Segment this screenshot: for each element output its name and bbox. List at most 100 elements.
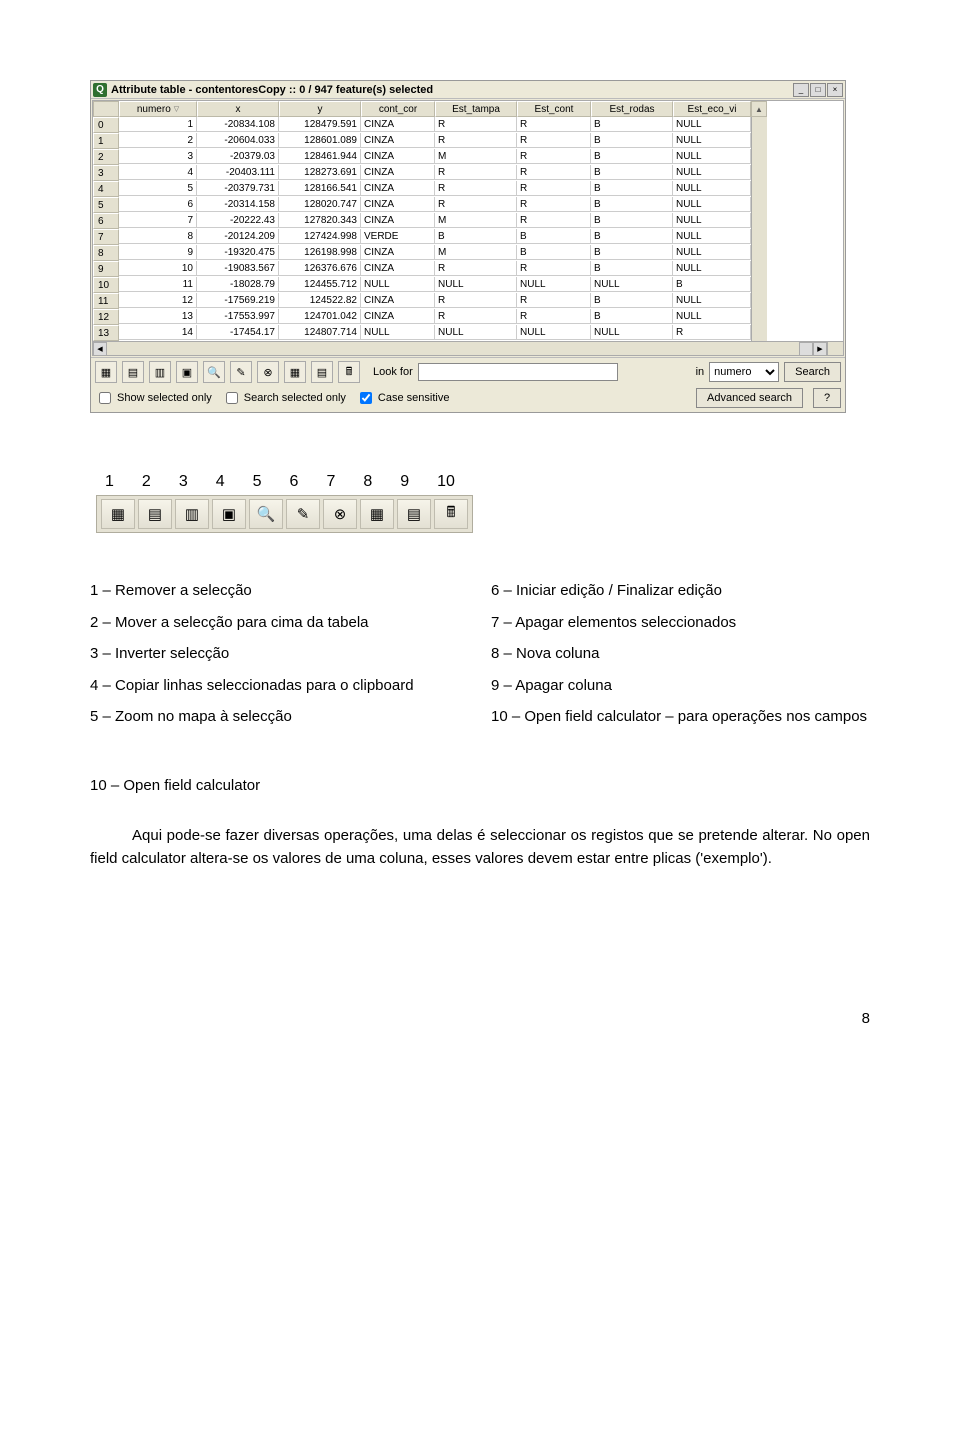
table-row[interactable]: 67-20222.43127820.343CINZAMRBNULL [93,213,843,229]
cell[interactable]: B [591,309,673,324]
cell[interactable]: -20314.158 [197,197,279,212]
cell[interactable]: -20222.43 [197,213,279,228]
cell[interactable]: B [591,149,673,164]
vscroll-track[interactable] [751,117,767,133]
cell[interactable]: CINZA [361,293,435,308]
cell[interactable]: R [517,117,591,132]
cell[interactable]: NULL [591,277,673,292]
tool-invert-icon[interactable]: ▥ [149,361,171,383]
table-row[interactable]: 1213-17553.997124701.042CINZARRBNULL [93,309,843,325]
cell[interactable]: -17454.17 [197,325,279,340]
cell[interactable]: CINZA [361,197,435,212]
cell[interactable]: M [435,245,517,260]
cell[interactable]: B [591,245,673,260]
vscroll-track[interactable] [751,261,767,277]
cell[interactable]: 128461.944 [279,149,361,164]
table-row[interactable]: 89-19320.475126198.998CINZAMBBNULL [93,245,843,261]
cell[interactable]: NULL [673,309,751,324]
cell[interactable]: NULL [517,325,591,340]
cell[interactable]: NULL [673,133,751,148]
cell[interactable]: NULL [517,277,591,292]
vscroll-track[interactable] [751,133,767,149]
cell[interactable]: R [435,133,517,148]
cell[interactable]: NULL [673,213,751,228]
table-row[interactable]: 45-20379.731128166.541CINZARRBNULL [93,181,843,197]
row-header[interactable]: 1 [93,133,119,149]
col-header[interactable]: numero▽ [119,101,197,117]
cell[interactable]: -19320.475 [197,245,279,260]
cell[interactable]: -20124.209 [197,229,279,244]
show-selected-checkbox[interactable]: Show selected only [95,389,212,407]
cell[interactable]: -20604.033 [197,133,279,148]
row-header[interactable]: 12 [93,309,119,325]
cell[interactable]: VERDE [361,229,435,244]
row-header[interactable]: 4 [93,181,119,197]
vscroll-track[interactable] [751,277,767,293]
search-button[interactable]: Search [784,362,841,382]
row-header[interactable]: 7 [93,229,119,245]
cell[interactable]: 1 [119,117,197,132]
vscroll-track[interactable] [751,293,767,309]
scroll-up-button[interactable]: ▲ [751,101,767,117]
cell[interactable]: 7 [119,213,197,228]
table-row[interactable]: 56-20314.158128020.747CINZARRBNULL [93,197,843,213]
col-header[interactable]: y [279,101,361,117]
cell[interactable]: 11 [119,277,197,292]
col-header[interactable]: Est_cont [517,101,591,117]
cell[interactable]: 10 [119,261,197,276]
table-row[interactable]: 23-20379.03128461.944CINZAMRBNULL [93,149,843,165]
advanced-search-button[interactable]: Advanced search [696,388,803,408]
scroll-left-button[interactable]: ◀ [93,342,107,356]
cell[interactable]: 126376.676 [279,261,361,276]
row-header[interactable]: 11 [93,293,119,309]
cell[interactable]: NULL [673,197,751,212]
cell[interactable]: B [591,117,673,132]
cell[interactable]: 12 [119,293,197,308]
horizontal-scrollbar[interactable]: ◀ ▶ [93,341,843,355]
cell[interactable]: NULL [673,117,751,132]
cell[interactable]: 124807.714 [279,325,361,340]
cell[interactable]: 4 [119,165,197,180]
cell[interactable]: 127820.343 [279,213,361,228]
cell[interactable]: B [517,245,591,260]
cell[interactable]: CINZA [361,245,435,260]
window-close-button[interactable]: × [827,83,843,97]
cell[interactable]: -17553.997 [197,309,279,324]
vscroll-track[interactable] [751,149,767,165]
tool-edit-icon[interactable]: ✎ [230,361,252,383]
cell[interactable]: B [591,133,673,148]
cell[interactable]: B [591,213,673,228]
col-header[interactable]: Est_tampa [435,101,517,117]
cell[interactable]: 128479.591 [279,117,361,132]
cell[interactable]: NULL [591,325,673,340]
cell[interactable]: CINZA [361,261,435,276]
cell[interactable]: B [591,165,673,180]
row-header[interactable]: 13 [93,325,119,341]
cell[interactable]: -19083.567 [197,261,279,276]
cell[interactable]: M [435,213,517,228]
row-header[interactable]: 3 [93,165,119,181]
cell[interactable]: R [517,149,591,164]
cell[interactable]: -20379.731 [197,181,279,196]
cell[interactable]: R [517,133,591,148]
table-row[interactable]: 34-20403.111128273.691CINZARRBNULL [93,165,843,181]
cell[interactable]: CINZA [361,181,435,196]
lookfor-input[interactable] [418,363,618,381]
vscroll-track[interactable] [751,197,767,213]
toolbar-button-5-icon[interactable]: 🔍 [249,499,283,529]
cell[interactable]: R [517,181,591,196]
vscroll-track[interactable] [751,229,767,245]
tool-newcol-icon[interactable]: ▦ [284,361,306,383]
toolbar-button-7-icon[interactable]: ⊗ [323,499,357,529]
cell[interactable]: -20834.108 [197,117,279,132]
col-header[interactable]: cont_cor [361,101,435,117]
cell[interactable]: 13 [119,309,197,324]
vscroll-track[interactable] [751,325,767,341]
help-button[interactable]: ? [813,388,841,408]
cell[interactable]: R [435,181,517,196]
cell[interactable]: -20403.111 [197,165,279,180]
table-row[interactable]: 01-20834.108128479.591CINZARRBNULL [93,117,843,133]
row-header[interactable]: 2 [93,149,119,165]
toolbar-button-10-icon[interactable]: 🖩 [434,499,468,529]
cell[interactable]: B [591,197,673,212]
